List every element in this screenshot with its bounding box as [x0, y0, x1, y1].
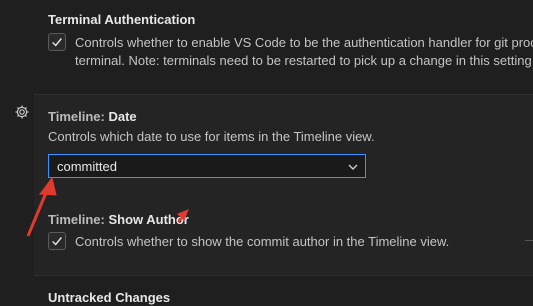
timeline-date-select[interactable]: committed: [48, 154, 366, 178]
setting-name: Show Author: [108, 212, 189, 227]
setting-category: Timeline:: [48, 212, 109, 227]
setting-name: Date: [108, 109, 137, 124]
setting-category: Timeline:: [48, 109, 109, 124]
terminal-authentication-checkbox[interactable]: [48, 33, 66, 51]
check-icon: [52, 38, 62, 47]
terminal-authentication-description-line2: terminal. Note: terminals need to be res…: [75, 53, 532, 68]
timeline-show-author-description: Controls whether to show the commit auth…: [75, 234, 450, 249]
setting-title-terminal-authentication: Terminal Authentication: [48, 12, 196, 27]
select-value: committed: [57, 159, 117, 174]
timeline-show-author-checkbox[interactable]: [48, 232, 66, 250]
check-icon: [52, 237, 62, 246]
gear-icon[interactable]: [14, 104, 30, 120]
setting-title-untracked-changes: Untracked Changes: [48, 290, 171, 305]
chevron-down-icon: [348, 164, 358, 170]
terminal-authentication-description-line1: Controls whether to enable VS Code to be…: [75, 35, 533, 50]
setting-title-timeline-show-author: Timeline: Show Author: [48, 212, 189, 227]
timeline-date-description: Controls which date to use for items in …: [48, 129, 375, 144]
setting-title-timeline-date: Timeline: Date: [48, 109, 137, 124]
scroll-indicator: [525, 240, 533, 241]
